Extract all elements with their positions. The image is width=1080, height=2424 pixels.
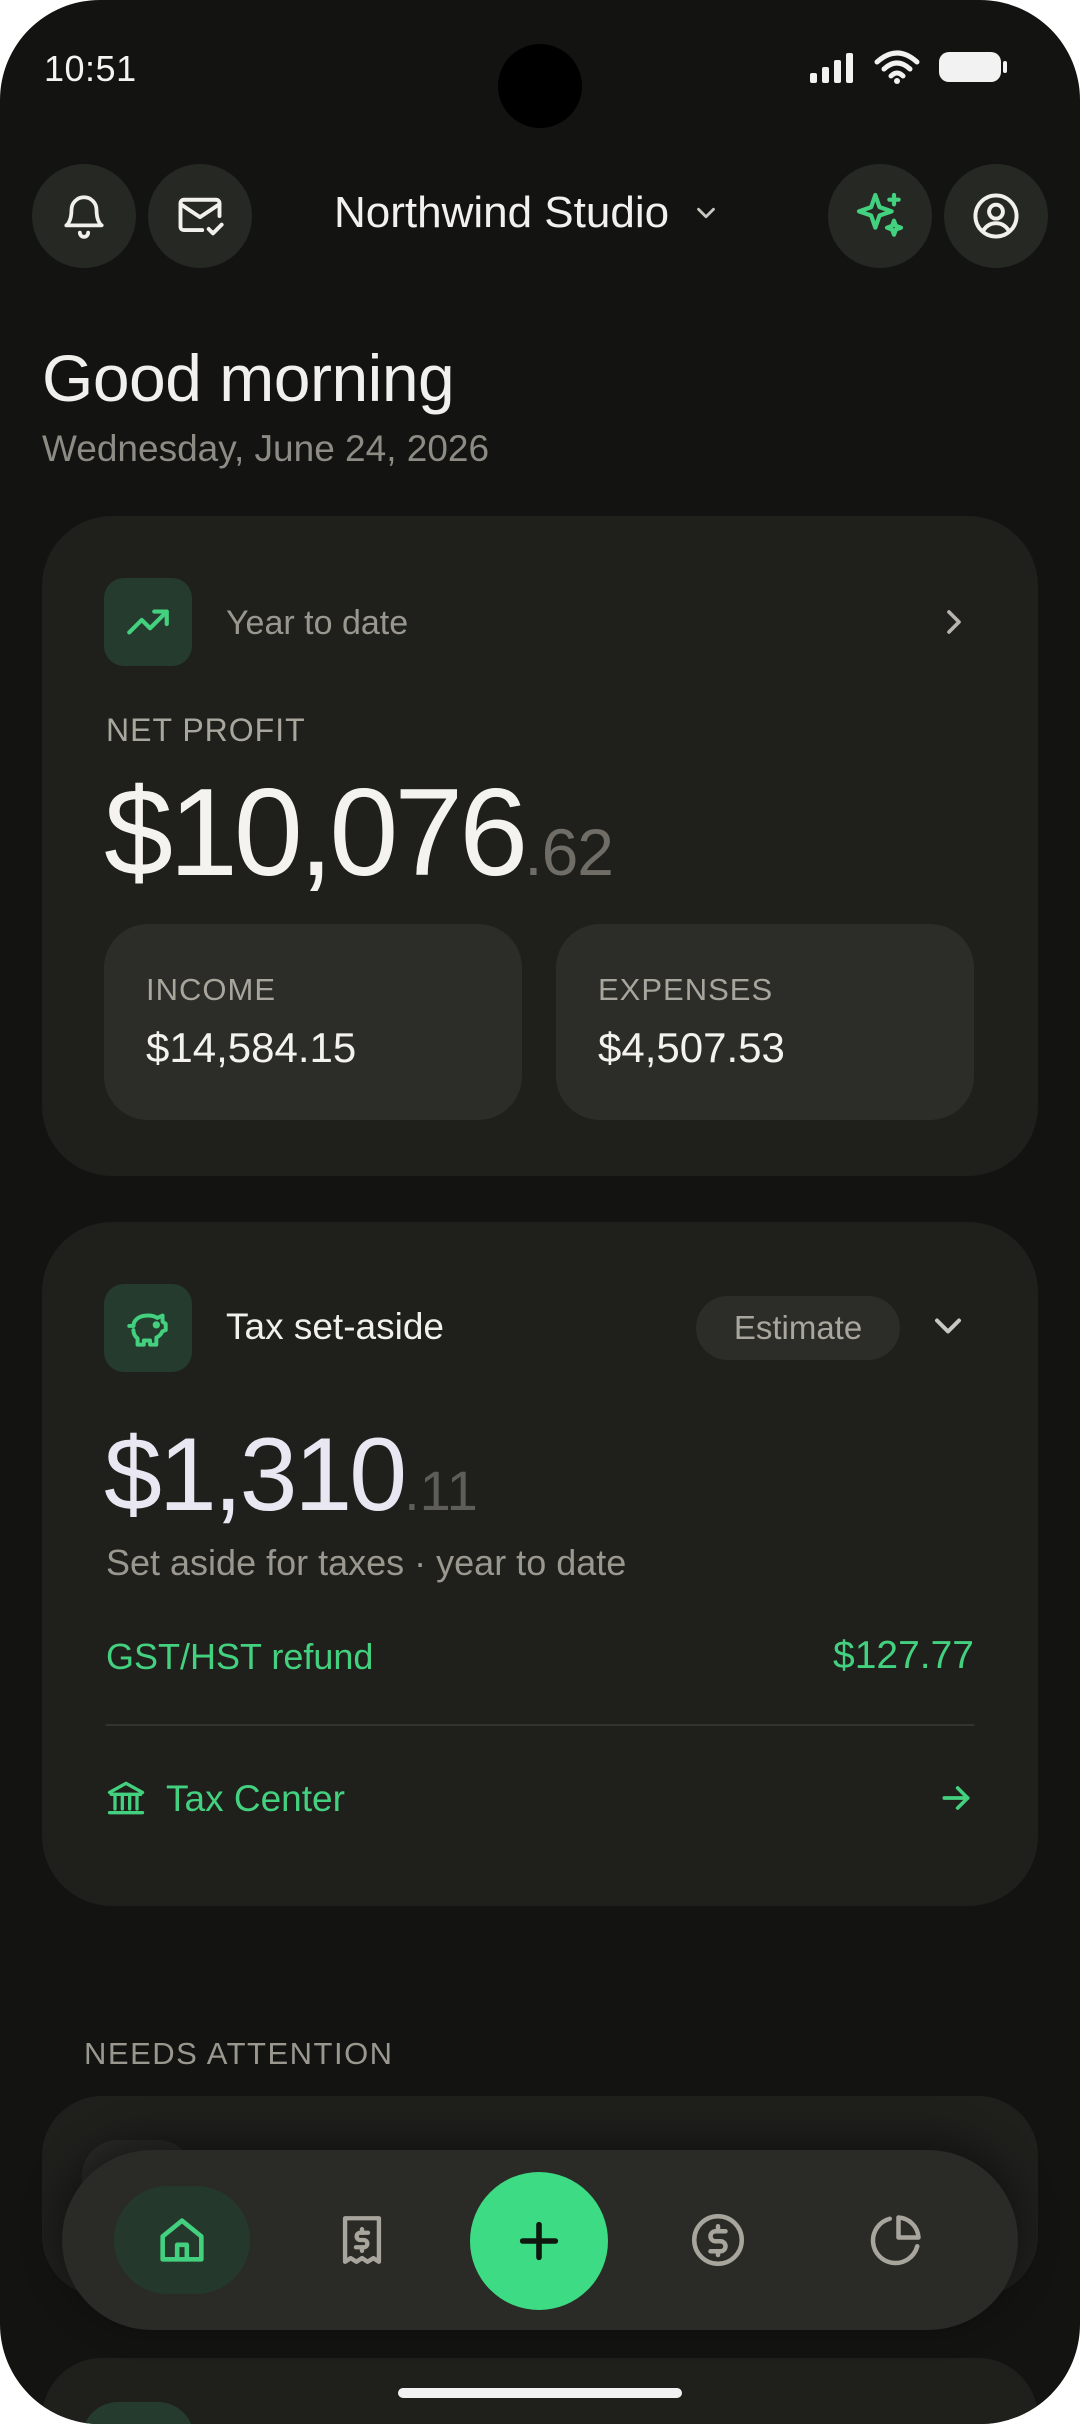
phone-screen: 10:51 Northwind Studio Good morning Wedn… bbox=[0, 0, 1080, 2424]
expenses-label: EXPENSES bbox=[598, 972, 774, 1007]
profit-tile bbox=[104, 578, 192, 666]
workspace-switcher[interactable]: Northwind Studio bbox=[334, 188, 721, 238]
tax-amount-cents: .11 bbox=[404, 1459, 478, 1522]
receipt-icon bbox=[342, 2216, 382, 2264]
nav-receipts[interactable] bbox=[312, 2190, 412, 2290]
net-profit-dollars: $10,076 bbox=[104, 764, 528, 902]
tax-subtitle: Set aside for taxes · year to date bbox=[106, 1542, 627, 1583]
attention-item-icon-2 bbox=[82, 2402, 194, 2424]
inbox-button[interactable] bbox=[148, 164, 252, 268]
add-button[interactable] bbox=[470, 2172, 608, 2310]
pie-chart-icon bbox=[870, 2215, 921, 2266]
tax-title: Tax set-aside bbox=[226, 1306, 444, 1347]
income-box[interactable]: INCOME $14,584.15 bbox=[104, 924, 522, 1120]
chevron-down-icon bbox=[697, 207, 715, 219]
income-label: INCOME bbox=[146, 972, 276, 1007]
bell-icon bbox=[64, 195, 104, 239]
tax-tile bbox=[104, 1284, 192, 1372]
nav-home[interactable] bbox=[114, 2186, 250, 2294]
tax-amount: $1,310.11 bbox=[104, 1416, 478, 1535]
greeting-date: Wednesday, June 24, 2026 bbox=[42, 428, 490, 469]
expenses-value: $4,507.53 bbox=[598, 1024, 785, 1071]
bottom-nav bbox=[62, 2150, 1018, 2330]
net-profit-label: NET PROFIT bbox=[106, 712, 306, 748]
bank-icon bbox=[107, 1781, 145, 1815]
greeting-title: Good morning bbox=[42, 341, 455, 415]
notifications-button[interactable] bbox=[32, 164, 136, 268]
income-value: $14,584.15 bbox=[146, 1024, 357, 1071]
camera-cutout bbox=[498, 44, 582, 128]
refund-label: GST/HST refund bbox=[106, 1636, 374, 1677]
ai-assistant-button[interactable] bbox=[828, 164, 932, 268]
status-icons bbox=[810, 50, 1008, 84]
needs-attention-label: NEEDS ATTENTION bbox=[84, 2036, 394, 2071]
chevron-right-icon[interactable] bbox=[934, 602, 974, 642]
piggy-bank-icon bbox=[127, 1313, 168, 1347]
status-time: 10:51 bbox=[44, 48, 137, 89]
sparkles-icon bbox=[856, 192, 904, 237]
profile-button[interactable] bbox=[944, 164, 1048, 268]
period-label: Year to date bbox=[226, 604, 409, 642]
tax-amount-dollars: $1,310 bbox=[104, 1417, 407, 1533]
plus-icon bbox=[519, 2221, 559, 2261]
arrow-right-icon bbox=[942, 1786, 970, 1810]
nav-reports[interactable] bbox=[846, 2190, 946, 2290]
nav-money[interactable] bbox=[668, 2190, 768, 2290]
estimate-badge: Estimate bbox=[696, 1296, 900, 1360]
home-indicator bbox=[398, 2388, 682, 2398]
tax-divider bbox=[106, 1724, 974, 1726]
expenses-box[interactable]: EXPENSES $4,507.53 bbox=[556, 924, 974, 1120]
refund-value: $127.77 bbox=[833, 1634, 974, 1677]
net-profit-cents: .62 bbox=[524, 815, 614, 889]
tax-center-link[interactable]: Tax Center bbox=[104, 1770, 976, 1850]
tax-center-label: Tax Center bbox=[166, 1778, 345, 1819]
wifi-icon bbox=[874, 50, 920, 84]
dollar-icon bbox=[692, 2214, 744, 2266]
mail-check-icon bbox=[178, 197, 224, 236]
tax-card: Tax set-aside Estimate $1,310.11 Set asi… bbox=[42, 1222, 1038, 1906]
chevron-down-icon[interactable] bbox=[926, 1304, 970, 1348]
profile-icon bbox=[973, 193, 1019, 239]
profit-card[interactable]: Year to date NET PROFIT $10,076.62 INCOM… bbox=[42, 516, 1038, 1176]
battery-icon bbox=[939, 52, 1007, 82]
trending-up-icon bbox=[127, 609, 169, 635]
net-profit-amount: $10,076.62 bbox=[104, 762, 614, 904]
signal-icon bbox=[810, 53, 853, 83]
home-icon bbox=[160, 2218, 204, 2262]
workspace-name: Northwind Studio bbox=[334, 188, 670, 237]
